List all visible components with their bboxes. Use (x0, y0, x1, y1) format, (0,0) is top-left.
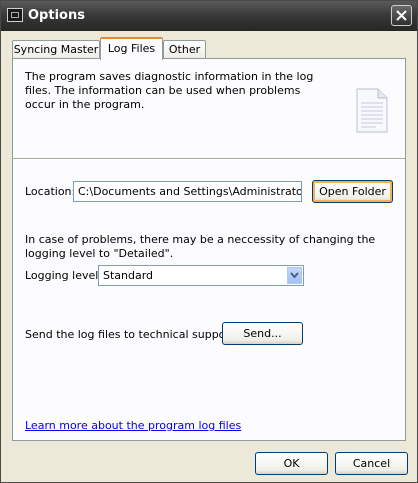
options-dialog: Options Syncing Master Log Files Other T… (0, 0, 418, 483)
send-label: Send the log files to technical support: (25, 328, 238, 341)
tab-syncing-master[interactable]: Syncing Master (12, 40, 100, 59)
console-window-icon (7, 8, 23, 22)
cancel-button[interactable]: Cancel (335, 452, 408, 475)
logging-level-label: Logging level: (25, 269, 102, 282)
logging-level-value: Standard (103, 269, 154, 282)
description-text: The program saves diagnostic information… (25, 70, 314, 111)
learn-more-link[interactable]: Learn more about the program log files (25, 419, 241, 432)
close-button[interactable] (391, 5, 412, 26)
tab-other[interactable]: Other (163, 40, 206, 59)
tab-log-files[interactable]: Log Files (100, 37, 163, 60)
section-divider (13, 158, 405, 160)
logging-hint: In case of problems, there may be a necc… (25, 233, 376, 260)
chevron-down-icon (290, 272, 299, 279)
location-field[interactable]: C:\Documents and Settings\Administrator\… (73, 181, 302, 202)
title-bar[interactable]: Options (1, 1, 417, 31)
dropdown-button[interactable] (287, 267, 302, 284)
send-button[interactable]: Send... (222, 322, 303, 345)
text-document-icon (356, 88, 388, 133)
log-files-panel: The program saves diagnostic information… (12, 58, 406, 441)
close-icon (396, 10, 407, 21)
location-label: Location: (25, 185, 76, 198)
window-title: Options (28, 8, 85, 23)
logging-level-select[interactable]: Standard (98, 265, 304, 286)
open-folder-button[interactable]: Open Folder (312, 180, 393, 203)
ok-button[interactable]: OK (255, 452, 328, 475)
